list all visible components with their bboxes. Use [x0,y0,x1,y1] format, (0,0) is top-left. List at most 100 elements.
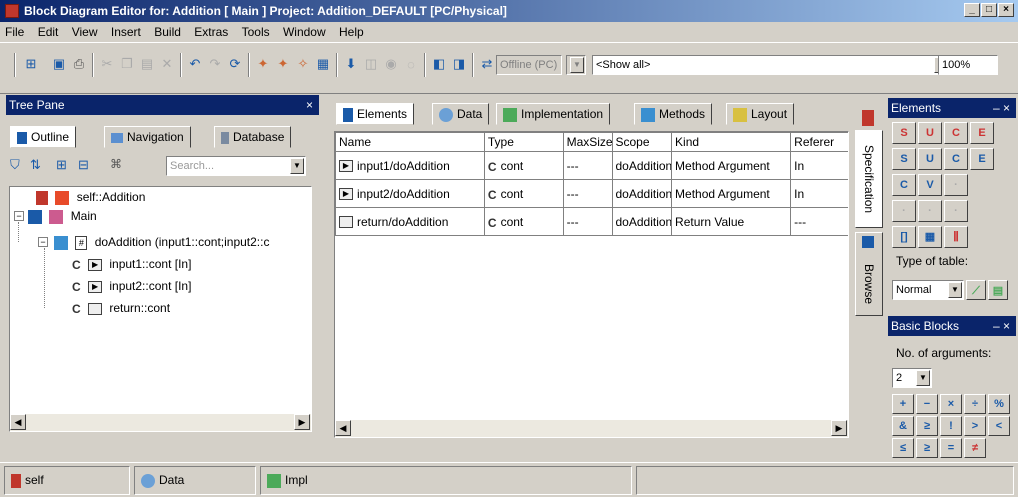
num-args-select[interactable]: 2 ▼ [892,368,932,388]
filter-icon[interactable]: ⛉ [10,157,20,173]
close-icon[interactable]: – × [993,98,1010,118]
debug-icon[interactable]: ◫ [362,55,380,73]
close-icon[interactable]: – × [993,316,1010,336]
sort-icon[interactable]: ⇅ [30,157,41,173]
tab-layout[interactable]: Layout [726,103,795,125]
column-header-name[interactable]: Name [335,132,485,152]
element-e2-icon[interactable]: E [970,148,994,170]
expand-icon[interactable]: ⊞ [56,157,67,173]
tree-search-input[interactable]: Search... ▼ [166,156,306,176]
element-bars-icon[interactable]: ⫼ [944,226,968,248]
op-lt-button[interactable]: < [988,416,1010,436]
scroll-left-icon[interactable]: ◀ [10,414,26,430]
tab-database[interactable]: Database [214,126,292,148]
tab-navigation[interactable]: Navigation [104,126,191,148]
minimize-button[interactable]: _ [964,3,980,17]
structure-icon[interactable]: ⊞ [22,55,40,73]
tab-methods[interactable]: Methods [634,103,713,125]
menu-edit[interactable]: Edit [33,22,64,42]
table-row[interactable]: return/doAddition Ccont --- doAddition R… [335,207,848,236]
element-u-icon[interactable]: U [918,122,942,144]
menu-extras[interactable]: Extras [189,22,233,42]
tab-outline[interactable]: Outline [10,126,77,148]
table-edit-icon[interactable]: ▤ [988,280,1008,300]
link-icon[interactable]: ⌘ [110,157,122,171]
op-ne-button[interactable]: ≠ [964,438,986,458]
element-bracket-icon[interactable]: [] [892,226,916,248]
op-gt-button[interactable]: > [964,416,986,436]
element-s-icon[interactable]: S [892,122,916,144]
element-u2-icon[interactable]: U [918,148,942,170]
cut-icon[interactable]: ✂ [98,55,116,73]
delete-icon[interactable]: ✕ [158,55,176,73]
stop-icon[interactable]: ◌ [402,55,420,73]
monitor-icon[interactable]: ◉ [382,55,400,73]
download-icon[interactable]: ⬇ [342,55,360,73]
element-disabled3-icon[interactable]: · [918,200,942,222]
paste-icon[interactable]: ▤ [138,55,156,73]
tree-node-doaddition[interactable]: # doAddition (input1::cont;input2::c [54,232,269,252]
close-button[interactable]: × [998,3,1014,17]
zoom-combo[interactable]: 100% [938,55,998,75]
tab-data[interactable]: Data [432,103,490,125]
tab-specification[interactable]: Specification [855,130,883,228]
export-icon[interactable]: ◨ [450,55,468,73]
tree-hscrollbar[interactable]: ◀ ▶ [10,414,311,431]
op-eq-button[interactable]: = [940,438,962,458]
print-icon[interactable]: ⎙ [70,55,88,73]
op-add-button[interactable]: + [892,394,914,414]
element-disabled4-icon[interactable]: · [944,200,968,222]
online-status-combo[interactable]: Offline (PC) [496,55,562,75]
menu-build[interactable]: Build [149,22,186,42]
tree-node-input1[interactable]: C ▶ input1::cont [In] [72,254,191,274]
op-multiply-button[interactable]: × [940,394,962,414]
op-modulo-button[interactable]: % [988,394,1010,414]
build-icon[interactable]: ✦ [254,55,272,73]
import-icon[interactable]: ◧ [430,55,448,73]
type-of-table-select[interactable]: Normal ▼ [892,280,964,300]
op-ge-button[interactable]: ≥ [916,416,938,436]
table-row[interactable]: ▶ input1/doAddition Ccont --- doAddition … [335,151,848,180]
undo-icon[interactable]: ↶ [186,55,204,73]
status-tab-data[interactable]: Data [134,466,256,495]
column-header-type[interactable]: Type [483,132,564,152]
op-divide-button[interactable]: ÷ [964,394,986,414]
build-all-icon[interactable]: ✦ [274,55,292,73]
collapse-toggle[interactable]: − [14,211,24,221]
check-icon[interactable]: ✧ [294,55,312,73]
menu-view[interactable]: View [67,22,103,42]
scroll-left-icon[interactable]: ◀ [335,420,351,436]
refresh-icon[interactable]: ⟳ [226,55,244,73]
menu-file[interactable]: File [0,22,29,42]
scroll-right-icon[interactable]: ▶ [831,420,847,436]
save-icon[interactable]: ▣ [50,55,68,73]
redo-icon[interactable]: ↷ [206,55,224,73]
status-tab-impl[interactable]: Impl [260,466,632,495]
close-icon[interactable]: × [306,95,313,115]
table-row[interactable]: ▶ input2/doAddition Ccont --- doAddition … [335,179,848,208]
element-s2-icon[interactable]: S [892,148,916,170]
tab-implementation[interactable]: Implementation [496,103,611,125]
op-subtract-button[interactable]: − [916,394,938,414]
element-e-icon[interactable]: E [970,122,994,144]
tree-node-input2[interactable]: C ▶ input2::cont [In] [72,276,191,296]
element-disabled2-icon[interactable]: · [892,200,916,222]
element-ct-icon[interactable]: C [892,174,916,196]
filter-combo[interactable]: <Show all> ▼ [592,55,950,75]
element-vr-icon[interactable]: V [918,174,942,196]
column-header-maxsize[interactable]: MaxSize [562,132,613,152]
maximize-button[interactable]: □ [981,3,997,17]
online-status-dropdown[interactable]: ▼ [566,55,586,75]
status-tab-self[interactable]: self [4,466,130,495]
menu-tools[interactable]: Tools [237,22,275,42]
table-hscrollbar[interactable]: ◀ ▶ [335,420,848,437]
element-c-icon[interactable]: C [944,122,968,144]
tree-node-main[interactable]: Main [28,206,97,226]
op-le-button[interactable]: ≤ [892,438,914,458]
menu-insert[interactable]: Insert [106,22,146,42]
tree-node-return[interactable]: C return::cont [72,298,170,318]
column-header-scope[interactable]: Scope [611,132,673,152]
report-icon[interactable]: ▦ [314,55,332,73]
element-disabled-icon[interactable]: · [944,174,968,196]
column-header-referer[interactable]: Referer [790,132,848,152]
